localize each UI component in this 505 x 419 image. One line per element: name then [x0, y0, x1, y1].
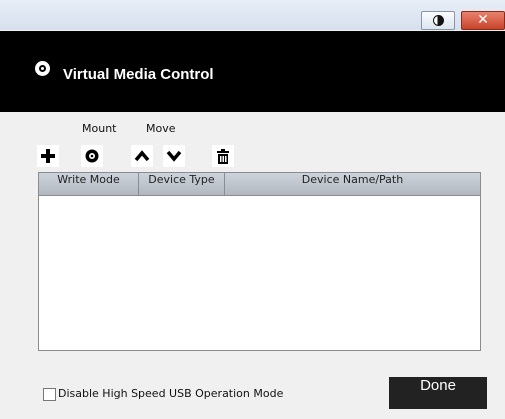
device-table[interactable]: Write Mode Device Type Device Name/Path — [38, 172, 481, 351]
mount-button[interactable] — [81, 145, 103, 167]
done-button[interactable]: Done — [389, 377, 487, 409]
column-header-device-type[interactable]: Device Type — [139, 173, 225, 195]
disable-high-speed-usb-checkbox[interactable] — [43, 388, 56, 401]
add-icon — [41, 149, 55, 163]
disc-icon — [35, 61, 50, 76]
virtual-media-window: ✕ Virtual Media Control Mount Move Write… — [0, 0, 505, 419]
contrast-toggle-button[interactable] — [421, 11, 455, 30]
column-header-device-name-path[interactable]: Device Name/Path — [225, 173, 480, 195]
mount-label: Mount — [82, 122, 117, 135]
close-icon: ✕ — [477, 12, 489, 28]
chevron-up-icon — [134, 150, 150, 162]
add-button[interactable] — [37, 145, 59, 167]
trash-icon — [217, 148, 229, 164]
move-up-button[interactable] — [131, 145, 153, 167]
move-down-button[interactable] — [163, 145, 185, 167]
header-banner: Virtual Media Control — [0, 31, 505, 112]
disc-icon — [85, 149, 99, 163]
table-header: Write Mode Device Type Device Name/Path — [39, 173, 480, 196]
disable-high-speed-usb-label[interactable]: Disable High Speed USB Operation Mode — [58, 387, 283, 400]
move-label: Move — [146, 122, 176, 135]
close-button[interactable]: ✕ — [461, 11, 505, 30]
contrast-toggle-icon — [433, 15, 444, 26]
delete-button[interactable] — [212, 145, 234, 167]
column-header-write-mode[interactable]: Write Mode — [39, 173, 139, 195]
chevron-down-icon — [166, 150, 182, 162]
title-bar: ✕ — [0, 0, 505, 30]
page-title: Virtual Media Control — [63, 66, 214, 83]
